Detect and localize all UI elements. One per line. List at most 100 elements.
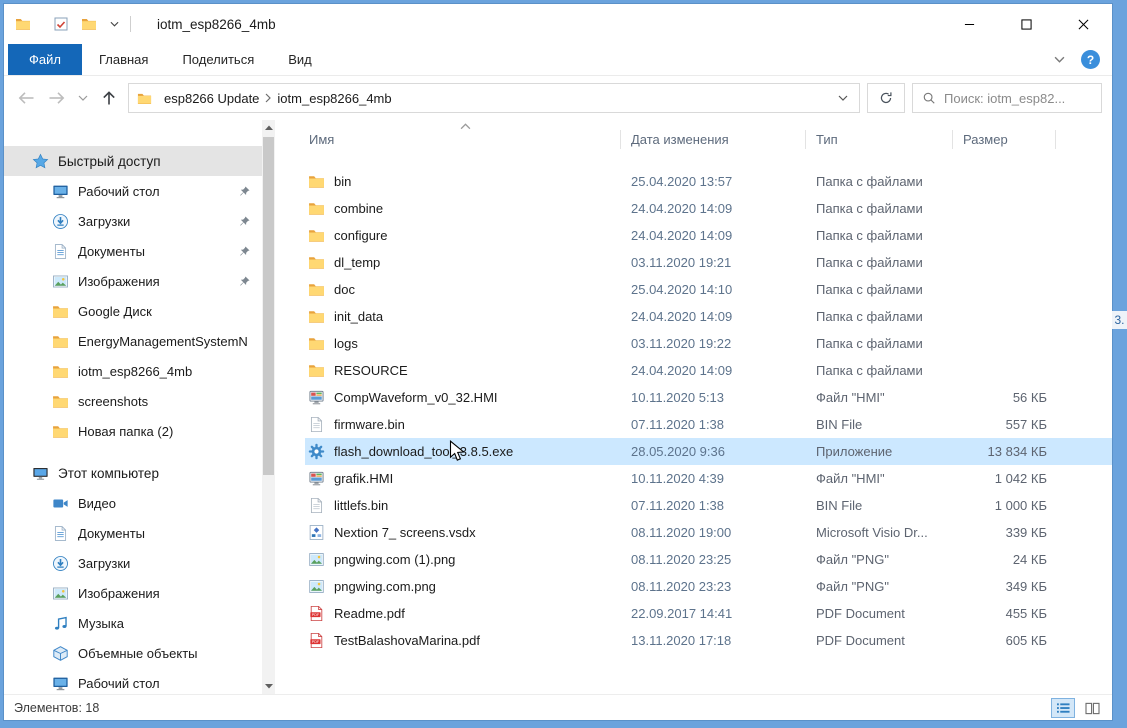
ribbon-tab-Вид[interactable]: Вид: [271, 44, 329, 75]
column-separator[interactable]: [1055, 130, 1056, 149]
folder-icon: [308, 362, 325, 379]
file-row[interactable]: grafik.HMI10.11.2020 4:39Файл "HMI"1 042…: [305, 465, 1112, 492]
help-button[interactable]: ?: [1081, 50, 1100, 69]
new-folder-icon[interactable]: [80, 16, 98, 33]
scroll-up-icon[interactable]: [262, 120, 275, 135]
desktop-background: iotm_esp8266_4mb ФайлГлавнаяПоделитьсяВи…: [0, 0, 1127, 728]
sidebar-item[interactable]: Этот компьютер: [4, 458, 262, 488]
file-row[interactable]: firmware.bin07.11.2020 1:38BIN File557 К…: [305, 411, 1112, 438]
file-row[interactable]: bin25.04.2020 13:57Папка с файлами: [305, 168, 1112, 195]
thumbnails-view-icon: [1085, 702, 1100, 715]
file-name: Nextion 7_ screens.vsdx: [334, 525, 476, 540]
sidebar-item[interactable]: Видео: [4, 488, 262, 518]
column-separator[interactable]: [805, 130, 806, 149]
file-row[interactable]: init_data24.04.2020 14:09Папка с файлами: [305, 303, 1112, 330]
file-row[interactable]: logs03.11.2020 19:22Папка с файлами: [305, 330, 1112, 357]
column-headers: Имя Дата изменения Тип Размер: [305, 120, 1112, 158]
sidebar-item[interactable]: Быстрый доступ: [4, 146, 262, 176]
file-type: Папка с файлами: [812, 201, 959, 216]
sidebar-item[interactable]: Рабочий стол: [4, 668, 262, 694]
breadcrumb-item[interactable]: iotm_esp8266_4mb: [271, 91, 397, 106]
column-header-size[interactable]: Размер: [959, 132, 1055, 147]
folder-icon: [308, 335, 325, 352]
ribbon-tab-Поделиться[interactable]: Поделиться: [165, 44, 271, 75]
column-header-type[interactable]: Тип: [812, 132, 959, 147]
pin-icon: [238, 245, 251, 258]
file-size: 349 КБ: [959, 579, 1055, 594]
recent-locations-chevron-icon[interactable]: [76, 86, 90, 110]
column-separator[interactable]: [620, 130, 621, 149]
sidebar-item-label: Документы: [78, 526, 145, 541]
sidebar-scrollbar[interactable]: [262, 120, 275, 694]
refresh-button[interactable]: [867, 83, 905, 113]
address-bar: esp8266 Update iotm_esp8266_4mb: [4, 76, 1112, 120]
folder-icon: [52, 393, 69, 410]
scroll-down-icon[interactable]: [262, 679, 275, 694]
address-dropdown-icon[interactable]: [838, 95, 852, 101]
sidebar-item[interactable]: iotm_esp8266_4mb: [4, 356, 262, 386]
sidebar-item[interactable]: Рабочий стол: [4, 176, 262, 206]
details-view-button[interactable]: [1051, 698, 1075, 718]
file-name: RESOURCE: [334, 363, 408, 378]
search-input[interactable]: [944, 91, 1092, 106]
back-button[interactable]: [14, 86, 38, 110]
sidebar-item[interactable]: Документы: [4, 518, 262, 548]
pdf-icon: PDF: [308, 605, 325, 622]
file-row[interactable]: combine24.04.2020 14:09Папка с файлами: [305, 195, 1112, 222]
file-type: Microsoft Visio Dr...: [812, 525, 959, 540]
minimize-button[interactable]: [941, 4, 998, 44]
file-row[interactable]: littlefs.bin07.11.2020 1:38BIN File1 000…: [305, 492, 1112, 519]
file-row[interactable]: pngwing.com (1).png08.11.2020 23:25Файл …: [305, 546, 1112, 573]
forward-button[interactable]: [45, 86, 69, 110]
file-row[interactable]: pngwing.com.png08.11.2020 23:23Файл "PNG…: [305, 573, 1112, 600]
maximize-button[interactable]: [998, 4, 1055, 44]
sidebar-item[interactable]: Объемные объекты: [4, 638, 262, 668]
sidebar-item[interactable]: Музыка: [4, 608, 262, 638]
sidebar-item[interactable]: screenshots: [4, 386, 262, 416]
file-name: grafik.HMI: [334, 471, 393, 486]
file-row[interactable]: configure24.04.2020 14:09Папка с файлами: [305, 222, 1112, 249]
file-type: Файл "HMI": [812, 471, 959, 486]
file-row[interactable]: doc25.04.2020 14:10Папка с файлами: [305, 276, 1112, 303]
sidebar-item[interactable]: Документы: [4, 236, 262, 266]
breadcrumb-item[interactable]: esp8266 Update: [158, 91, 265, 106]
up-button[interactable]: [97, 86, 121, 110]
ribbon-tab-Главная[interactable]: Главная: [82, 44, 165, 75]
file-row[interactable]: RESOURCE24.04.2020 14:09Папка с файлами: [305, 357, 1112, 384]
sidebar-item[interactable]: Новая папка (2): [4, 416, 262, 446]
ribbon-tab-Файл[interactable]: Файл: [8, 44, 82, 75]
file-date: 08.11.2020 19:00: [627, 525, 812, 540]
sidebar-item-label: Объемные объекты: [78, 646, 198, 661]
column-header-name[interactable]: Имя: [305, 132, 627, 147]
file-size: 13 834 КБ: [959, 444, 1055, 459]
file-size: 557 КБ: [959, 417, 1055, 432]
sidebar-item[interactable]: Google Диск: [4, 296, 262, 326]
column-separator[interactable]: [952, 130, 953, 149]
thumbnails-view-button[interactable]: [1080, 698, 1104, 718]
file-row[interactable]: PDFReadme.pdf22.09.2017 14:41PDF Documen…: [305, 600, 1112, 627]
address-box[interactable]: esp8266 Update iotm_esp8266_4mb: [128, 83, 860, 113]
file-type: BIN File: [812, 498, 959, 513]
sidebar-item[interactable]: EnergyManagementSystemN: [4, 326, 262, 356]
ribbon-collapse-chevron-icon[interactable]: [1054, 56, 1065, 63]
folder-icon: [308, 173, 325, 190]
file-row[interactable]: Nextion 7_ screens.vsdx 08.11.2020 19:00M…: [305, 519, 1112, 546]
close-button[interactable]: [1055, 4, 1112, 44]
file-row[interactable]: flash_download_tool_3.8.5.exe28.05.2020 …: [305, 438, 1112, 465]
file-row[interactable]: PDFTestBalashovaMarina.pdf13.11.2020 17:…: [305, 627, 1112, 654]
file-row[interactable]: CompWaveform_v0_32.HMI10.11.2020 5:13Фай…: [305, 384, 1112, 411]
items-count: Элементов: 18: [14, 701, 99, 715]
ribbon: ФайлГлавнаяПоделитьсяВид ?: [4, 44, 1112, 76]
sidebar-item[interactable]: Изображения: [4, 266, 262, 296]
sidebar-item[interactable]: Загрузки: [4, 548, 262, 578]
sidebar-item[interactable]: Загрузки: [4, 206, 262, 236]
file-date: 08.11.2020 23:25: [627, 552, 812, 567]
sidebar-item[interactable]: Изображения: [4, 578, 262, 608]
file-date: 24.04.2020 14:09: [627, 363, 812, 378]
qat-dropdown-icon[interactable]: [108, 21, 120, 27]
file-row[interactable]: dl_temp03.11.2020 19:21Папка с файлами: [305, 249, 1112, 276]
properties-icon[interactable]: [52, 16, 70, 33]
column-header-date[interactable]: Дата изменения: [627, 132, 812, 147]
desktop-icon: [52, 675, 69, 692]
scrollbar-thumb[interactable]: [263, 137, 274, 475]
